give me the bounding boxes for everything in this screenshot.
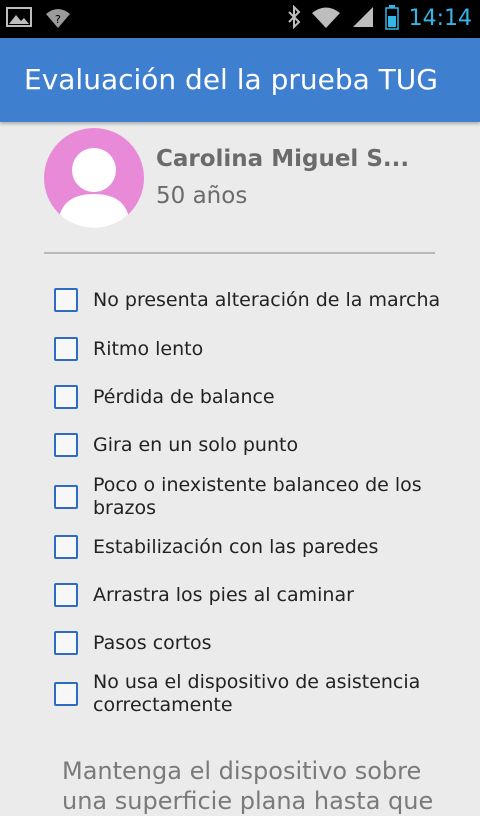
checklist-label: Pasos cortos (93, 631, 212, 654)
bluetooth-icon (287, 4, 301, 33)
wifi-icon (311, 5, 341, 33)
checklist-label: Ritmo lento (93, 337, 204, 360)
checklist-item-balanceo-brazos[interactable]: Poco o inexistente balanceo de los brazo… (54, 474, 454, 520)
app-bar: Evaluación del la prueba TUG (0, 38, 480, 122)
battery-icon (384, 4, 399, 34)
status-bar: ? 14:14 (0, 0, 480, 38)
checklist-label: No usa el dispositivo de asistencia corr… (93, 671, 421, 716)
checklist-label: Gira en un solo punto (93, 433, 299, 456)
checklist-item-estabilizacion-paredes[interactable]: Estabilización con las paredes (54, 535, 454, 559)
checklist-item-ritmo-lento[interactable]: Ritmo lento (54, 337, 454, 361)
person-icon (58, 148, 130, 228)
instructions-text: Mantenga el dispositivo sobre una superf… (62, 757, 434, 815)
checklist-label: Pérdida de balance (93, 385, 275, 408)
checkbox[interactable] (54, 535, 78, 559)
checklist-label: No presenta alteración de la marcha (93, 288, 441, 311)
checkbox[interactable] (54, 485, 78, 509)
checklist-item-alteracion-marcha[interactable]: No presenta alteración de la marcha (54, 288, 454, 312)
checklist-label: Estabilización con las paredes (93, 535, 379, 558)
checklist-label: Poco o inexistente balanceo de los brazo… (93, 474, 422, 519)
checklist-item-dispositivo-asistencia[interactable]: No usa el dispositivo de asistencia corr… (54, 671, 454, 717)
checklist-item-perdida-balance[interactable]: Pérdida de balance (54, 385, 454, 409)
checkbox[interactable] (54, 385, 78, 409)
avatar (44, 128, 144, 228)
checkbox[interactable] (54, 682, 78, 706)
patient-age: 50 años (156, 183, 248, 209)
checkbox[interactable] (54, 337, 78, 361)
checklist-item-pasos-cortos[interactable]: Pasos cortos (54, 631, 454, 655)
signal-icon (351, 5, 375, 33)
checklist-item-arrastra-pies[interactable]: Arrastra los pies al caminar (54, 583, 454, 607)
checklist-item-gira-un-punto[interactable]: Gira en un solo punto (54, 433, 454, 457)
status-time: 14:14 (408, 6, 472, 31)
checkbox[interactable] (54, 288, 78, 312)
patient-name: Carolina Miguel S... (156, 146, 410, 172)
image-icon (6, 6, 32, 34)
checkbox[interactable] (54, 583, 78, 607)
divider (44, 252, 435, 254)
checklist-label: Arrastra los pies al caminar (93, 583, 354, 606)
wifi-question-icon: ? (44, 6, 72, 34)
checkbox[interactable] (54, 631, 78, 655)
svg-text:?: ? (55, 13, 61, 26)
checkbox[interactable] (54, 433, 78, 457)
page-title: Evaluación del la prueba TUG (24, 63, 438, 96)
